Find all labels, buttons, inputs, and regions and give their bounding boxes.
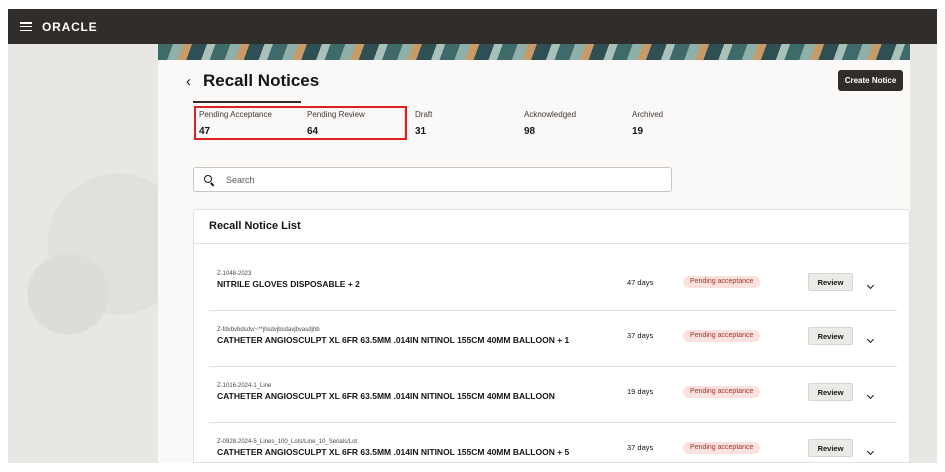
highlight-box	[194, 106, 407, 140]
review-button[interactable]: Review	[808, 273, 853, 291]
status-badge: Pending acceptance	[683, 442, 761, 454]
chevron-down-icon[interactable]	[866, 335, 875, 344]
stat-label: Acknowledged	[524, 110, 577, 119]
main-card: ‹ Recall Notices Create Notice Pending A…	[158, 60, 911, 463]
list-item[interactable]: Z-1016-2024-1_Line CATHETER ANGIOSCULPT …	[209, 367, 897, 423]
status-badge: Pending acceptance	[683, 276, 761, 288]
background-pattern-right	[910, 44, 937, 463]
notice-id: Z-0928-2024-5_Lines_100_Lots/Line_10_Ser…	[217, 439, 358, 445]
notice-name: CATHETER ANGIOSCULPT XL 6FR 63.5MM .014I…	[217, 391, 555, 401]
app-frame: ORACLE ‹ Recall Notices Create Notice Pe…	[8, 9, 937, 463]
selected-stat-indicator	[193, 101, 301, 103]
search-bar[interactable]	[193, 167, 672, 192]
notice-id: Z-1016-2024-1_Line	[217, 383, 272, 389]
recall-notice-list: Recall Notice List Z-1048-2023 NITRILE G…	[193, 209, 911, 463]
top-bar: ORACLE	[8, 9, 937, 44]
stat-value: 98	[524, 126, 536, 137]
background-pattern	[8, 44, 158, 463]
divider	[194, 243, 911, 244]
status-badge: Pending acceptance	[683, 330, 761, 342]
chevron-left-icon[interactable]: ‹	[186, 73, 191, 90]
stat-draft[interactable]: Draft 31	[415, 110, 432, 137]
notice-name: CATHETER ANGIOSCULPT XL 6FR 63.5MM .014I…	[217, 335, 570, 345]
notice-id: Z-fdvbvbdsdv/~**jhsdvjbsdavjbvasdjhb	[217, 327, 320, 333]
status-badge: Pending acceptance	[683, 386, 761, 398]
stat-acknowledged[interactable]: Acknowledged 98	[524, 110, 576, 137]
notice-days: 47 days	[627, 278, 654, 287]
stat-value: 31	[415, 126, 427, 137]
decorative-banner	[158, 44, 910, 60]
review-button[interactable]: Review	[808, 327, 853, 345]
stat-label: Draft	[415, 110, 433, 119]
chevron-down-icon[interactable]	[866, 281, 875, 290]
review-button[interactable]: Review	[808, 439, 853, 457]
stat-label: Archived	[632, 110, 664, 119]
stat-archived[interactable]: Archived 19	[632, 110, 663, 137]
stat-value: 19	[632, 126, 644, 137]
create-notice-button[interactable]: Create Notice	[838, 70, 903, 91]
list-title: Recall Notice List	[209, 220, 301, 232]
search-input[interactable]	[226, 174, 646, 185]
chevron-down-icon[interactable]	[866, 447, 875, 456]
list-item[interactable]: Z-fdvbvbdsdv/~**jhsdvjbsdavjbvasdjhb CAT…	[209, 311, 897, 367]
notice-days: 37 days	[627, 331, 654, 340]
notice-name: NITRILE GLOVES DISPOSABLE + 2	[217, 279, 360, 289]
notice-days: 19 days	[627, 387, 654, 396]
notice-id: Z-1048-2023	[217, 271, 252, 277]
oracle-logo: ORACLE	[42, 19, 98, 34]
notice-days: 37 days	[627, 443, 654, 452]
notice-name: CATHETER ANGIOSCULPT XL 6FR 63.5MM .014I…	[217, 447, 570, 457]
review-button[interactable]: Review	[808, 383, 853, 401]
search-icon	[204, 174, 214, 185]
hamburger-icon[interactable]	[20, 22, 32, 31]
page-title: Recall Notices	[203, 71, 320, 90]
chevron-down-icon[interactable]	[866, 391, 875, 400]
list-item[interactable]: Z-1048-2023 NITRILE GLOVES DISPOSABLE + …	[209, 255, 897, 311]
list-item[interactable]: Z-0928-2024-5_Lines_100_Lots/Line_10_Ser…	[209, 423, 897, 463]
